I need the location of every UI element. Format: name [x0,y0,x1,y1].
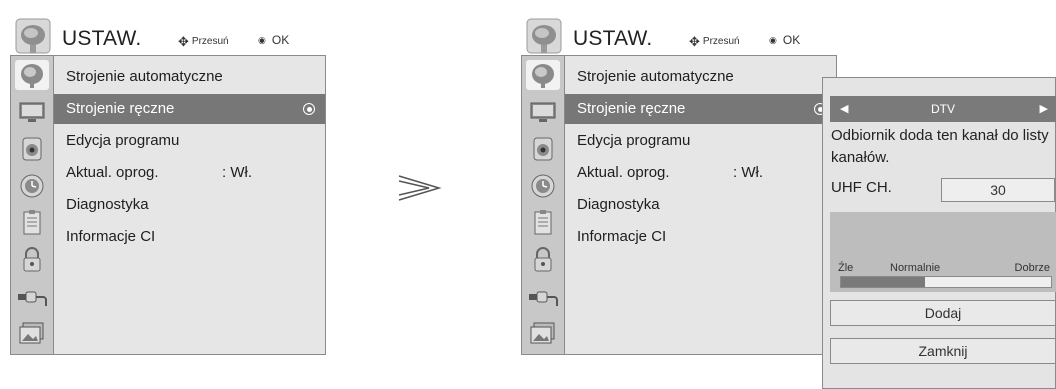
menu-item[interactable]: Aktual. oprog. : Wł. [565,158,836,188]
mode-selector[interactable]: ◀ DTV ▶ [830,96,1056,122]
selected-radio-icon [303,103,315,115]
move-hint: ✥ Przesuń [689,34,740,50]
menu-item-label: Strojenie ręczne [66,100,175,117]
photo-icon[interactable] [15,319,49,349]
menu-item[interactable]: Diagnostyka [565,190,836,220]
channel-input[interactable]: 30 [941,178,1055,202]
lock-icon[interactable] [15,245,49,275]
popup-message: Odbiornik doda ten kanał do listy kanałó… [831,127,1049,166]
menu-item-label: Edycja programu [66,132,180,149]
ok-hint: ◉ OK [258,33,289,47]
menu-item-label: Informacje CI [577,228,667,245]
notepad-icon[interactable] [526,208,560,238]
connector-icon[interactable] [526,282,560,312]
lock-icon[interactable] [526,245,560,275]
menu-item[interactable]: Strojenie automatyczne [54,62,325,92]
photo-icon[interactable] [526,319,560,349]
menu-item-label: Strojenie ręczne [577,100,686,117]
speaker-icon[interactable] [15,134,49,164]
menu-item[interactable]: Edycja programu [54,126,325,156]
mode-value: DTV [931,102,955,116]
ok-hint: ◉ OK [769,33,800,47]
menu-item-value: : Wł. [733,164,763,181]
clock-icon[interactable] [15,171,49,201]
transition-arrow-icon [398,175,442,201]
tv-screen-icon[interactable] [526,97,560,127]
signal-normal-label: Normalnie [890,262,941,274]
menu-item-label: Informacje CI [66,228,156,245]
connector-icon[interactable] [15,282,49,312]
menu-item[interactable]: Informacje CI [565,222,836,252]
right-arrow-icon[interactable]: ▶ [1040,102,1048,115]
menu-item-list: Strojenie automatyczne Strojenie ręczne Ed… [54,55,326,355]
category-icon-column [521,55,565,355]
signal-bar [840,276,1052,288]
menu-title: USTAW. [62,27,142,50]
ok-dot-icon: ◉ [769,35,777,45]
clock-icon[interactable] [526,171,560,201]
category-icon-column [10,55,54,355]
notepad-icon[interactable] [15,208,49,238]
signal-good-label: Dobrze [1014,262,1050,274]
signal-meter: Źle Normalnie Dobrze [830,212,1056,292]
setup-logo-icon [14,17,52,57]
manual-tuning-popup: ◀ DTV ▶ Odbiornik doda ten kanał do list… [822,77,1056,389]
close-button[interactable]: Zamknij [830,338,1056,364]
menu-item-value: : Wł. [222,164,252,181]
ok-label: OK [271,33,290,47]
setup-menu-left: USTAW. ✥ Przesuń ◉ OK Strojenie automatycz… [10,17,326,355]
signal-bar-fill [841,277,925,287]
menu-item-label: Aktual. oprog. [66,164,159,181]
setup-menu-right: USTAW. ✥ Przesuń ◉ OK Strojenie automatycz… [521,17,837,355]
menu-item[interactable]: Edycja programu [565,126,836,156]
channel-label: UHF CH. [831,179,892,196]
move-arrows-icon: ✥ [178,34,189,49]
menu-title: USTAW. [573,27,653,50]
menu-item-label: Strojenie automatyczne [66,68,223,85]
setup-logo-icon [525,17,563,57]
menu-item[interactable]: Informacje CI [54,222,325,252]
satellite-dish-icon[interactable] [15,60,49,90]
menu-header: USTAW. ✥ Przesuń ◉ OK [521,17,837,59]
move-label: Przesuń [191,36,229,47]
menu-item-label: Edycja programu [577,132,691,149]
move-label: Przesuń [702,36,740,47]
menu-item-label: Diagnostyka [577,196,660,213]
ok-dot-icon: ◉ [258,35,266,45]
menu-item[interactable]: Strojenie ręczne [565,94,836,124]
menu-item[interactable]: Diagnostyka [54,190,325,220]
menu-header: USTAW. ✥ Przesuń ◉ OK [10,17,326,59]
tv-screen-icon[interactable] [15,97,49,127]
ok-label: OK [782,33,801,47]
menu-item[interactable]: Strojenie automatyczne [565,62,836,92]
menu-item-label: Strojenie automatyczne [577,68,734,85]
move-arrows-icon: ✥ [689,34,700,49]
speaker-icon[interactable] [526,134,560,164]
menu-item[interactable]: Aktual. oprog. : Wł. [54,158,325,188]
add-button[interactable]: Dodaj [830,300,1056,326]
menu-item[interactable]: Strojenie ręczne [54,94,325,124]
signal-bad-label: Źle [838,262,854,274]
satellite-dish-icon[interactable] [526,60,560,90]
menu-item-label: Aktual. oprog. [577,164,670,181]
menu-item-list: Strojenie automatyczne Strojenie ręczne Ed… [565,55,837,355]
move-hint: ✥ Przesuń [178,34,229,50]
menu-item-label: Diagnostyka [66,196,149,213]
